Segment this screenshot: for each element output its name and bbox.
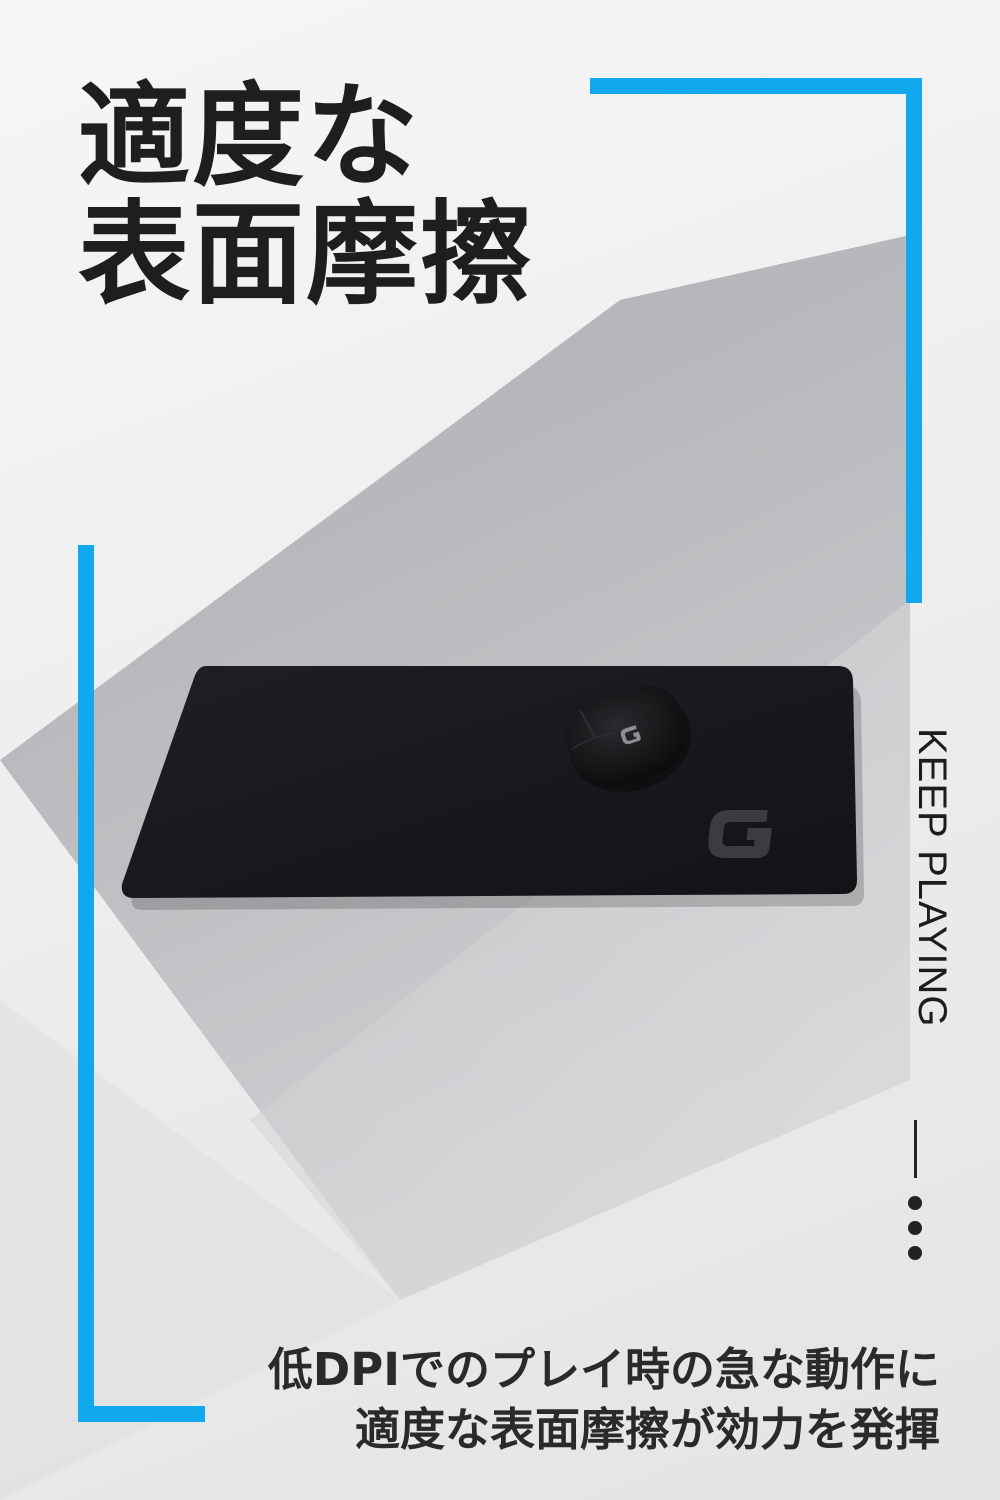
headline: 適度な 表面摩擦: [78, 78, 534, 314]
headline-line-1: 適度な: [78, 72, 420, 202]
caption-line-1: 低DPIでのプレイ時の急な動作に: [267, 1343, 940, 1396]
dot-indicator-2: [908, 1221, 922, 1235]
accent-bracket-bottom-vertical: [78, 545, 94, 1422]
product-banner: 適度な 表面摩擦 KEEP PLAYING 低DPIでのプレイ時の急な動作に 適…: [0, 0, 1000, 1500]
caption: 低DPIでのプレイ時の急な動作に 適度な表面摩擦が効力を発揮: [268, 1340, 940, 1460]
tagline-divider: [914, 1120, 917, 1178]
caption-line-2: 適度な表面摩擦が効力を発揮: [354, 1403, 940, 1456]
accent-bracket-top-horizontal: [590, 78, 922, 94]
mousepad: [121, 666, 857, 898]
accent-bracket-top-vertical: [906, 78, 922, 603]
accent-bracket-bottom-horizontal: [78, 1406, 205, 1422]
dot-indicator-1: [908, 1196, 922, 1210]
dot-indicator-3: [908, 1246, 922, 1260]
vertical-tagline: KEEP PLAYING: [910, 728, 954, 1028]
headline-line-2: 表面摩擦: [78, 190, 534, 320]
